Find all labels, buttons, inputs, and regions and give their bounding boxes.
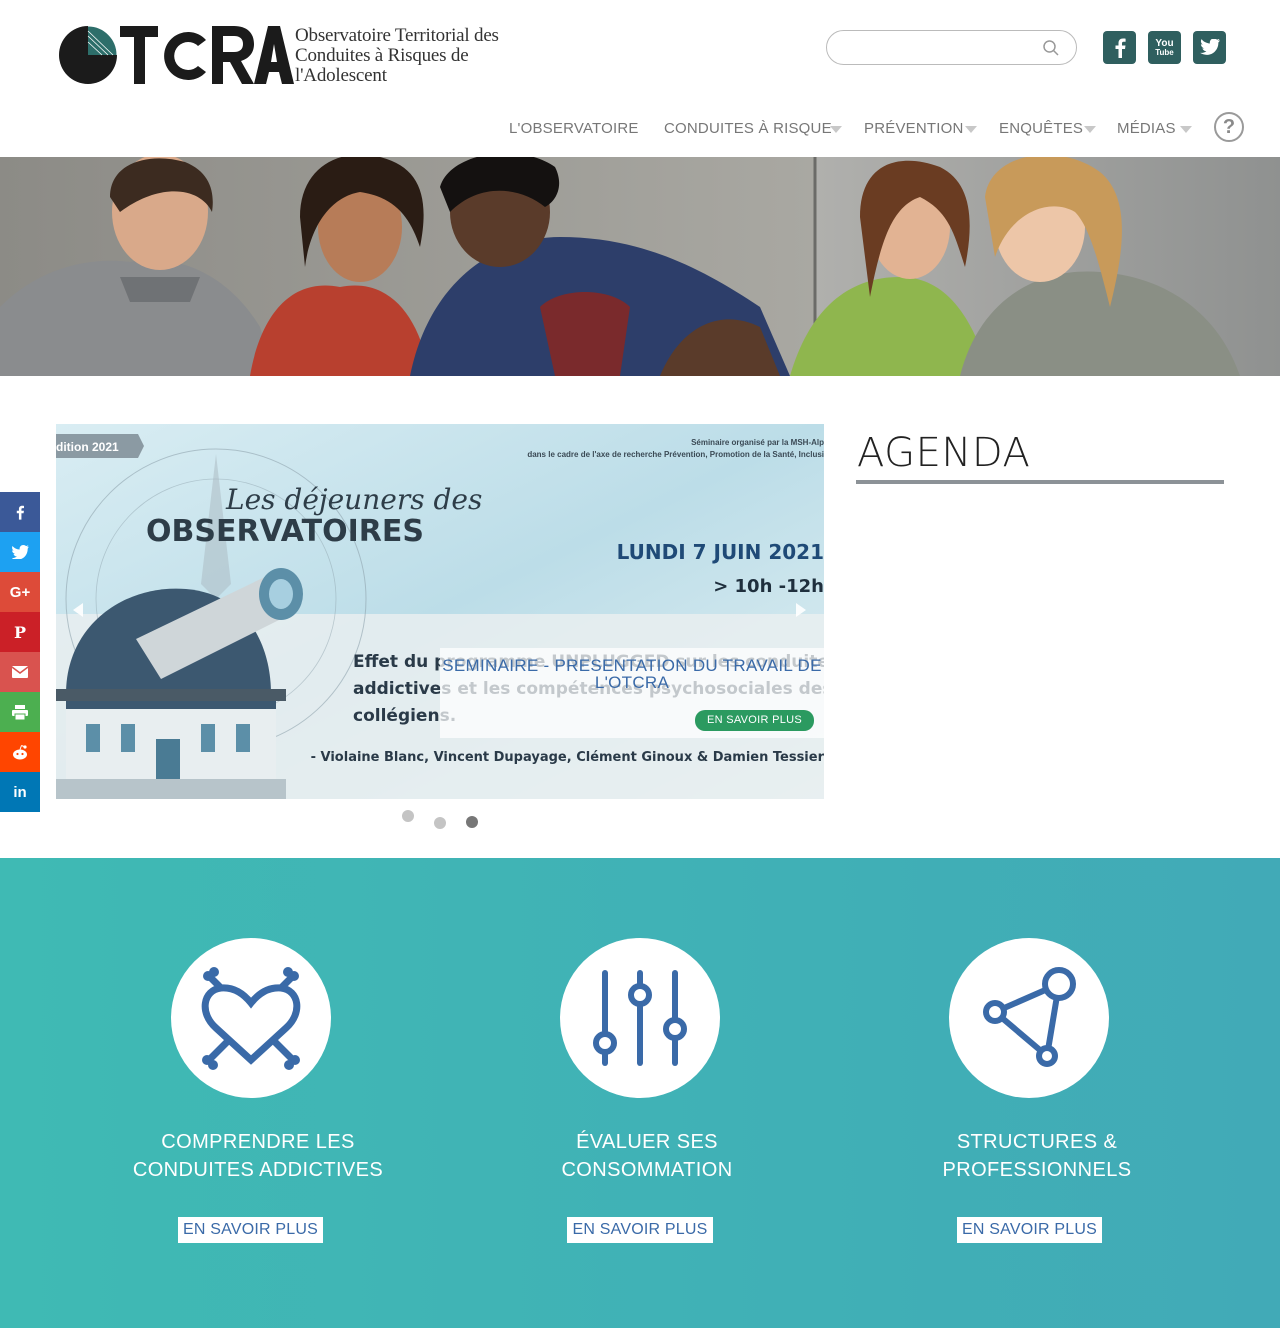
print-share-icon[interactable] <box>0 692 40 732</box>
hero-banner-image <box>0 157 1280 376</box>
sliders-icon <box>593 970 687 1066</box>
feature-read-more-button[interactable]: EN SAVOIR PLUS <box>957 1217 1102 1243</box>
slide-date: LUNDI 7 JUIN 2021 <box>617 540 824 564</box>
slide-org-line: Séminaire organisé par la MSH-Alp <box>691 438 824 447</box>
feature-title-line: ÉVALUER SES <box>576 1131 718 1153</box>
feature-title-line: CONSOMMATION <box>561 1159 733 1181</box>
slider-dot[interactable] <box>434 817 446 829</box>
slide-image: dition 2021 Séminaire organisé par la MS… <box>56 424 824 799</box>
nav-item-enquetes[interactable]: ENQUÊTES <box>999 120 1083 137</box>
agenda-divider <box>856 480 1224 484</box>
feature-read-more-button[interactable]: EN SAVOIR PLUS <box>567 1217 713 1243</box>
feature-title[interactable]: STRUCTURES & PROFESSIONNELS <box>877 1128 1197 1184</box>
feature-title-line: COMPRENDRE LES <box>161 1131 355 1153</box>
youtube-label-top: You <box>1155 37 1174 49</box>
site-logo[interactable]: Observatoire Territorial des Conduites à… <box>58 22 518 88</box>
main-nav: L'OBSERVATOIRE CONDUITES À RISQUE PRÉVEN… <box>0 110 1280 150</box>
feature-title-line: STRUCTURES & <box>956 1131 1118 1153</box>
feature-icon-circle[interactable] <box>171 938 331 1098</box>
question-icon[interactable]: ? <box>1214 112 1244 142</box>
slide-authors: - Violaine Blanc, Vincent Dupayage, Clém… <box>311 750 824 765</box>
edition-label: dition 2021 <box>56 440 119 454</box>
slider-prev-arrow[interactable] <box>73 603 83 617</box>
slide-caption-title[interactable]: SEMINAIRE - PRESENTATION DU TRAVAIL DE L… <box>440 657 824 691</box>
logo-tagline: Observatoire Territorial des Conduites à… <box>295 26 499 86</box>
chevron-down-icon[interactable] <box>1084 126 1096 133</box>
feature-read-more-button[interactable]: EN SAVOIR PLUS <box>178 1217 323 1243</box>
facebook-icon[interactable] <box>1103 31 1136 64</box>
search-input[interactable] <box>841 37 1037 59</box>
slider-dot-active[interactable] <box>466 816 478 828</box>
email-share-icon[interactable] <box>0 652 40 692</box>
logo-tagline-line: Conduites à Risques de <box>295 45 469 66</box>
twitter-share-icon[interactable] <box>0 532 40 572</box>
feature-title-line: PROFESSIONNELS <box>942 1159 1132 1181</box>
feature-title[interactable]: COMPRENDRE LES CONDUITES ADDICTIVES <box>98 1128 418 1184</box>
heart-crossbones-icon <box>201 967 301 1070</box>
otcra-logo-mark <box>59 25 294 84</box>
feature-title[interactable]: ÉVALUER SES CONSOMMATION <box>487 1128 807 1184</box>
feature-title-line: CONDUITES ADDICTIVES <box>132 1159 384 1181</box>
teenagers-photo <box>0 157 1280 376</box>
slide-read-more-button[interactable]: EN SAVOIR PLUS <box>695 710 814 731</box>
slider-next-arrow[interactable] <box>796 603 806 617</box>
slide-org-line: dans le cadre de l'axe de recherche Prév… <box>527 450 824 459</box>
logo-tagline-line: l'Adolescent <box>295 65 387 86</box>
google-plus-share-icon[interactable]: G+ <box>0 572 40 612</box>
logo-tagline-line: Observatoire Territorial des <box>295 25 499 46</box>
pinterest-share-icon[interactable]: P <box>0 612 40 652</box>
nav-item-medias[interactable]: MÉDIAS <box>1117 120 1176 137</box>
slide-time: > 10h -12h <box>713 576 824 597</box>
chevron-down-icon[interactable] <box>1180 126 1192 133</box>
feature-icon-circle[interactable] <box>560 938 720 1098</box>
slide-script-title: Les déjeuners des <box>225 483 482 516</box>
slide-title: OBSERVATOIRES <box>146 514 424 549</box>
youtube-label-bottom: Tube <box>1155 47 1174 57</box>
site-header: Observatoire Territorial des Conduites à… <box>0 0 1280 157</box>
chevron-down-icon[interactable] <box>965 126 977 133</box>
nav-item-conduites-a-risque[interactable]: CONDUITES À RISQUE <box>664 120 832 137</box>
search-icon[interactable] <box>1042 39 1060 57</box>
youtube-icon[interactable]: You Tube <box>1148 31 1181 64</box>
nav-item-prevention[interactable]: PRÉVENTION <box>864 120 964 137</box>
reddit-share-icon[interactable] <box>0 732 40 772</box>
network-icon <box>983 967 1076 1067</box>
linkedin-share-icon[interactable]: in <box>0 772 40 812</box>
slider-dot[interactable] <box>402 810 414 822</box>
chevron-down-icon[interactable] <box>830 126 842 133</box>
facebook-share-icon[interactable] <box>0 492 40 532</box>
agenda-title: AGENDA <box>857 430 1031 476</box>
search-box <box>826 30 1077 65</box>
nav-item-observatoire[interactable]: L'OBSERVATOIRE <box>509 120 639 137</box>
feature-icon-circle[interactable] <box>949 938 1109 1098</box>
twitter-icon[interactable] <box>1193 31 1226 64</box>
event-slider[interactable]: dition 2021 Séminaire organisé par la MS… <box>56 424 824 799</box>
